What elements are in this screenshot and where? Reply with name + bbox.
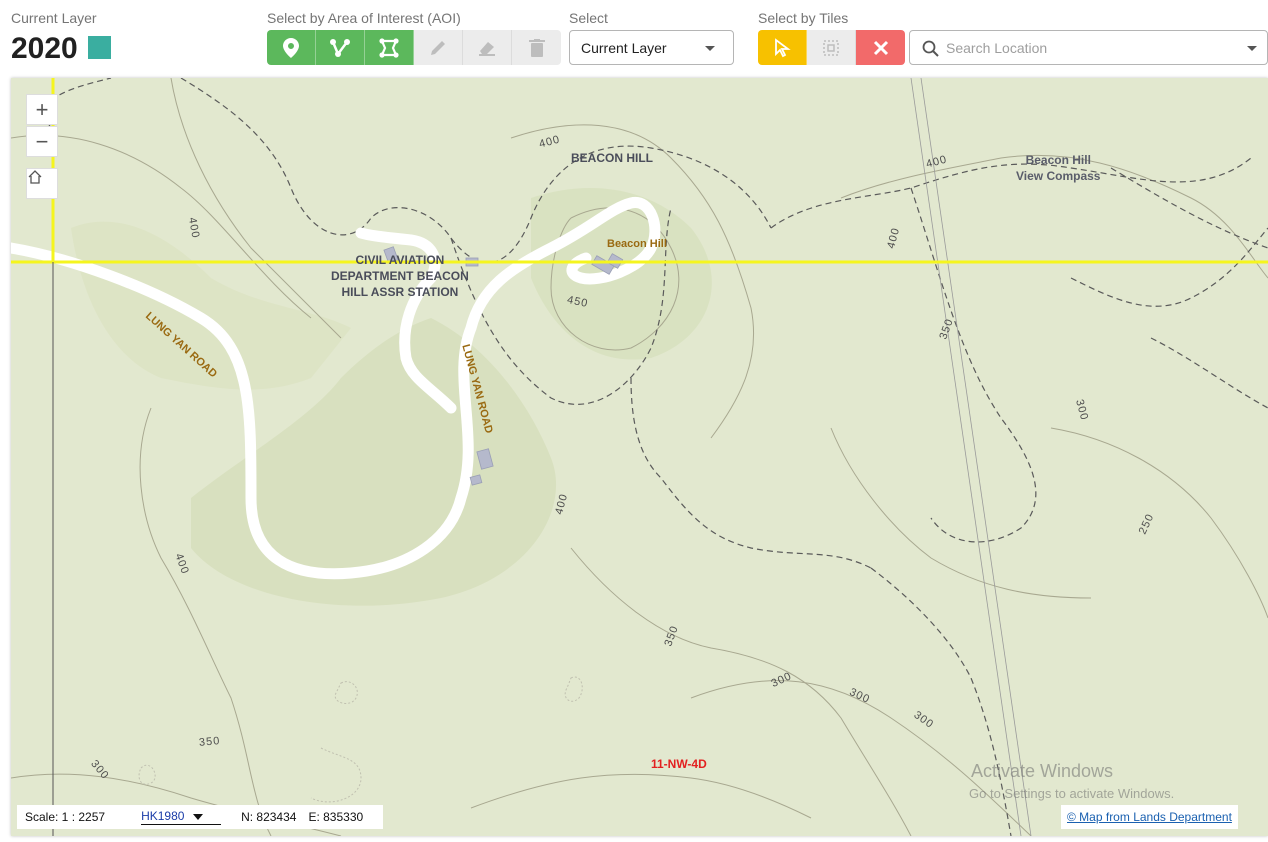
- contour-label: 350: [198, 735, 221, 749]
- aoi-erase-button[interactable]: [463, 30, 512, 65]
- place-label: CIVIL AVIATION DEPARTMENT BEACON HILL AS…: [331, 253, 469, 299]
- chevron-down-icon: [193, 814, 204, 820]
- layer-select-value: Current Layer: [581, 39, 667, 56]
- current-layer-label: Current Layer: [11, 10, 97, 26]
- pencil-icon: [431, 40, 445, 55]
- select-label: Select: [569, 10, 608, 26]
- scale-readout: Scale: 1 : 2257: [25, 810, 106, 824]
- home-button[interactable]: [26, 168, 58, 199]
- layer-select[interactable]: Current Layer: [569, 30, 734, 65]
- home-icon: [28, 170, 42, 184]
- place-label: BEACON HILL: [571, 151, 653, 165]
- box-select-icon: [823, 39, 839, 56]
- search-placeholder: Search Location: [946, 39, 1048, 56]
- windows-watermark: Activate Windows: [971, 761, 1114, 781]
- map-view[interactable]: + − BEACON HILL Beacon Hill View Compass…: [11, 78, 1268, 836]
- zoom-out-button[interactable]: −: [26, 126, 58, 157]
- plus-icon: +: [35, 96, 49, 122]
- chevron-down-icon: [705, 46, 715, 51]
- aoi-toolbar: [267, 30, 561, 65]
- easting-readout: E: 835330: [308, 810, 364, 824]
- layer-color-swatch: [88, 36, 111, 59]
- aoi-delete-button[interactable]: [512, 30, 561, 65]
- tile-clear-button[interactable]: [856, 30, 905, 65]
- aoi-label: Select by Area of Interest (AOI): [267, 10, 461, 26]
- windows-watermark-sub: Go to Settings to activate Windows.: [969, 786, 1175, 801]
- northing-readout: N: 823434: [241, 810, 297, 824]
- aoi-point-button[interactable]: [267, 30, 316, 65]
- close-icon: [873, 40, 888, 55]
- tile-code-label: 11-NW-4D: [651, 757, 707, 771]
- tiles-toolbar: [758, 30, 905, 65]
- minus-icon: −: [35, 128, 49, 154]
- point-icon: [283, 37, 299, 58]
- tiles-label: Select by Tiles: [758, 10, 849, 26]
- tile-select-button[interactable]: [758, 30, 807, 65]
- zoom-in-button[interactable]: +: [26, 94, 58, 125]
- polyline-icon: [330, 38, 350, 57]
- current-layer-year: 2020: [11, 32, 78, 65]
- attribution-link[interactable]: © Map from Lands Department: [1061, 805, 1238, 829]
- tile-box-select-button[interactable]: [807, 30, 856, 65]
- polygon-icon: [379, 37, 399, 58]
- search-icon: [922, 40, 939, 57]
- search-location-input[interactable]: Search Location: [909, 30, 1268, 65]
- crs-select[interactable]: HK1980: [141, 809, 222, 825]
- map-canvas: [11, 78, 1268, 836]
- trash-icon: [528, 38, 545, 57]
- eraser-icon: [479, 41, 495, 56]
- aoi-polygon-button[interactable]: [365, 30, 414, 65]
- chevron-down-icon: [1247, 46, 1257, 51]
- place-label: Beacon Hill View Compass: [1016, 153, 1101, 183]
- aoi-edit-button[interactable]: [414, 30, 463, 65]
- aoi-polyline-button[interactable]: [316, 30, 365, 65]
- crs-select-value: HK1980: [141, 809, 185, 823]
- cursor-select-icon: [775, 37, 791, 57]
- map-statusbar: Scale: 1 : 2257 HK1980 N: 823434 E: 8353…: [17, 805, 384, 829]
- peak-label: Beacon Hill: [607, 238, 667, 250]
